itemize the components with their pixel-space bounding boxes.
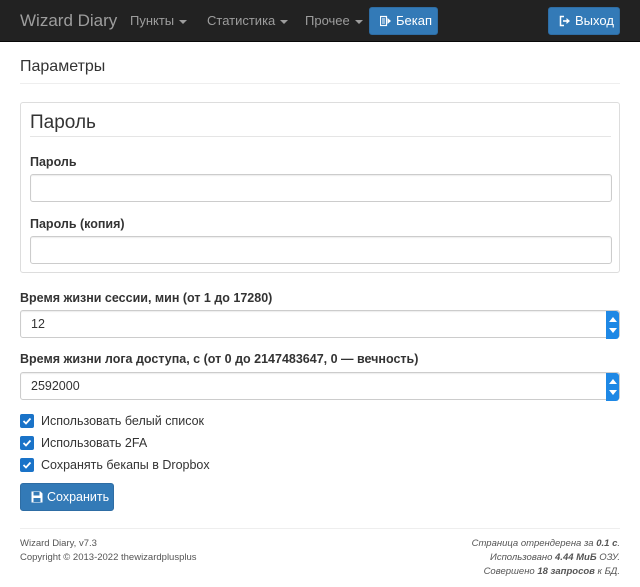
caret-down-icon <box>179 19 188 24</box>
render-time-value: 0.1 с <box>596 538 618 549</box>
whitelist-label: Использовать белый список <box>41 414 205 428</box>
spinner-up-icon[interactable] <box>609 379 617 384</box>
memory-suffix: ОЗУ. <box>596 552 620 563</box>
whitelist-checkbox[interactable] <box>20 414 34 428</box>
menu-other-label: Прочее <box>305 13 350 28</box>
brand-link[interactable]: Wizard Diary <box>20 11 117 31</box>
render-time-suffix: . <box>617 538 620 549</box>
page-title: Параметры <box>20 58 106 75</box>
check-icon <box>22 417 32 425</box>
logout-icon <box>559 15 570 27</box>
memory-prefix: Использовано <box>490 552 556 563</box>
queries-value: 18 запросов <box>537 566 595 577</box>
password-copy-label: Пароль (копия) <box>30 217 125 231</box>
save-label: Сохранить <box>47 490 110 504</box>
legend-divider <box>30 136 611 137</box>
logout-label: Выход <box>575 13 614 28</box>
spinner-up-icon[interactable] <box>609 317 617 322</box>
password-fieldset: Пароль Пароль Пароль (копия) <box>20 102 620 273</box>
queries-prefix: Совершено <box>483 566 538 577</box>
spinner-down-icon[interactable] <box>609 328 617 333</box>
render-time-prefix: Страница отрендерена за <box>471 538 597 549</box>
backup-label: Бекап <box>396 13 433 28</box>
navbar: Wizard Diary Пункты Статистика Прочее Бе… <box>0 0 640 42</box>
access-log-lifetime-input[interactable]: 2592000 <box>20 372 620 401</box>
session-lifetime-input[interactable]: 12 <box>20 310 620 339</box>
queries-suffix: к БД. <box>594 566 620 577</box>
dropbox-checkbox[interactable] <box>20 458 34 472</box>
twofa-checkbox[interactable] <box>20 436 34 450</box>
backup-button[interactable]: Бекап <box>369 7 438 35</box>
footer-memory: Использовано 4.44 МиБ ОЗУ. <box>490 552 620 563</box>
check-icon <box>22 439 32 447</box>
footer-render-time: Страница отрендерена за 0.1 с. <box>472 538 620 549</box>
header-divider <box>20 83 620 84</box>
menu-other-dropdown[interactable]: Прочее <box>305 13 363 28</box>
memory-value: 4.44 МиБ <box>555 552 597 563</box>
password-input[interactable] <box>30 174 612 202</box>
footer-version: Wizard Diary, v7.3 <box>20 538 97 549</box>
logout-button[interactable]: Выход <box>548 7 620 35</box>
password-legend: Пароль <box>30 112 96 133</box>
session-lifetime-value: 12 <box>31 317 45 331</box>
access-log-lifetime-label: Время жизни лога доступа, с (от 0 до 214… <box>20 352 419 366</box>
menu-statistics-label: Статистика <box>207 13 276 28</box>
caret-down-icon <box>354 19 363 24</box>
twofa-label: Использовать 2FA <box>41 436 148 450</box>
menu-items-dropdown[interactable]: Пункты <box>130 13 188 28</box>
backup-icon <box>379 15 391 27</box>
password-label: Пароль <box>30 155 77 169</box>
menu-items-label: Пункты <box>130 13 175 28</box>
footer-copyright: Copyright © 2013-2022 thewizardplusplus <box>20 552 197 563</box>
floppy-disk-icon <box>31 491 43 503</box>
access-log-spinner[interactable] <box>606 373 619 401</box>
dropbox-label: Сохранять бекапы в Dropbox <box>41 458 210 472</box>
password-copy-input[interactable] <box>30 236 612 264</box>
footer-queries: Совершено 18 запросов к БД. <box>484 566 620 577</box>
save-button[interactable]: Сохранить <box>20 483 114 511</box>
check-icon <box>22 461 32 469</box>
spinner-down-icon[interactable] <box>609 390 617 395</box>
menu-statistics-dropdown[interactable]: Статистика <box>207 13 289 28</box>
session-lifetime-label: Время жизни сессии, мин (от 1 до 17280) <box>20 291 273 305</box>
access-log-lifetime-value: 2592000 <box>31 379 80 393</box>
caret-down-icon <box>280 19 289 24</box>
session-spinner[interactable] <box>606 311 619 339</box>
footer-divider <box>20 528 620 529</box>
